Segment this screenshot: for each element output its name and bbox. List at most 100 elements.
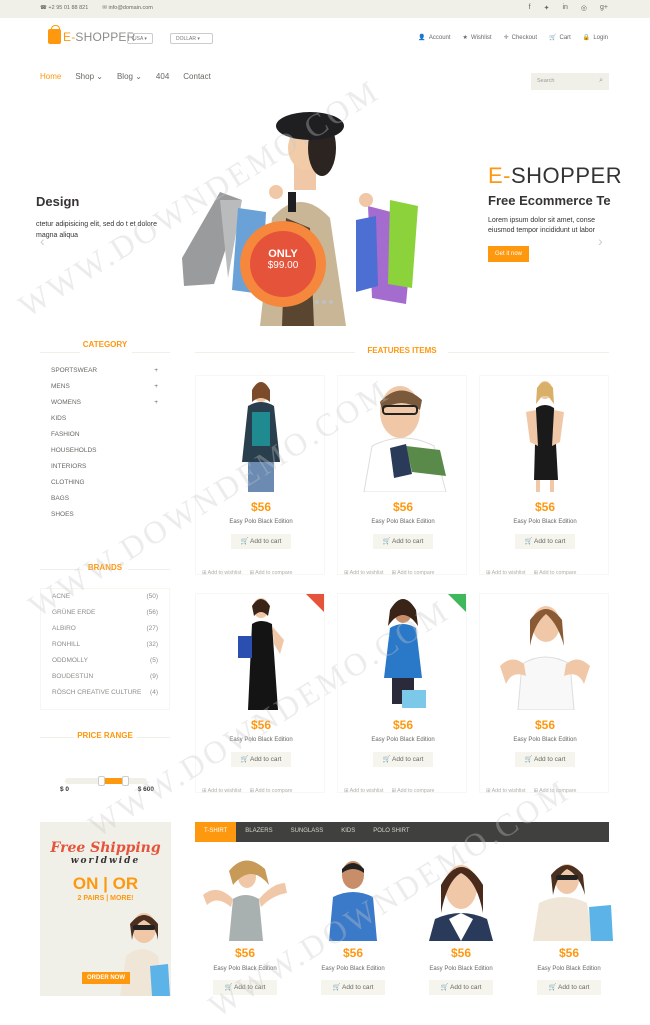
product-card: $56 Easy Polo Black Edition 🛒 Add to car… — [195, 375, 325, 576]
facebook-icon[interactable]: f — [529, 4, 531, 12]
brand-item[interactable]: RÖSCH CREATIVE CULTURE (4) — [52, 689, 158, 705]
nav-contact[interactable]: Contact — [183, 72, 211, 81]
add-to-compare-link[interactable]: ⊞ Add to compare — [391, 570, 434, 576]
product-image[interactable] — [208, 594, 314, 710]
add-to-cart-button[interactable]: 🛒 Add to cart — [213, 980, 277, 995]
brands-title: BRANDS — [87, 563, 123, 572]
brand-label: GRÜNE ERDE — [52, 609, 96, 616]
product-image[interactable] — [307, 855, 399, 941]
category-item[interactable]: BAGS — [51, 495, 170, 511]
tab-blazers[interactable]: BLAZERS — [236, 822, 281, 842]
slide-text-line-1: Lorem ipsum dolor sit amet, conse — [488, 217, 595, 224]
product-image[interactable] — [492, 594, 598, 710]
nav-404[interactable]: 404 — [156, 72, 169, 81]
add-to-compare-link[interactable]: ⊞ Add to compare — [249, 788, 292, 794]
compare-label: Add to compare — [255, 570, 293, 576]
product-image[interactable] — [523, 855, 615, 941]
nav-shop[interactable]: Shop ⌄ — [75, 72, 103, 81]
add-to-compare-link[interactable]: ⊞ Add to compare — [391, 788, 434, 794]
price-slider-max-handle[interactable] — [122, 776, 129, 786]
currency-select[interactable]: DOLLAR ▾ — [170, 33, 213, 44]
expand-plus-icon[interactable]: + — [154, 383, 158, 399]
linkedin-icon[interactable]: in — [562, 4, 567, 12]
product-name: Easy Polo Black Edition — [213, 966, 277, 972]
add-to-cart-button[interactable]: 🛒 Add to cart — [373, 534, 433, 549]
product-image[interactable] — [350, 594, 456, 710]
tab-t-shirt[interactable]: T-SHIRT — [195, 822, 237, 842]
add-to-wishlist-link[interactable]: ⊞ Add to wishlist — [344, 570, 383, 576]
ad-subheadline: worldwide — [70, 856, 141, 866]
add-to-wishlist-link[interactable]: ⊞ Add to wishlist — [486, 788, 525, 794]
add-to-compare-link[interactable]: ⊞ Add to compare — [533, 788, 576, 794]
tab-sunglass[interactable]: SUNGLASS — [282, 822, 333, 842]
add-to-wishlist-link[interactable]: ⊞ Add to wishlist — [202, 788, 241, 794]
add-to-wishlist-link[interactable]: ⊞ Add to wishlist — [486, 570, 525, 576]
add-to-wishlist-link[interactable]: ⊞ Add to wishlist — [202, 570, 241, 576]
slider-dot[interactable] — [329, 300, 333, 304]
category-item[interactable]: MENS + — [51, 383, 170, 399]
slider-indicators — [315, 300, 333, 304]
nav-home[interactable]: Home — [40, 72, 61, 81]
twitter-icon[interactable]: ✦ — [544, 4, 550, 12]
add-to-cart-button[interactable]: 🛒 Add to cart — [515, 534, 575, 549]
category-item[interactable]: SPORTSWEAR + — [51, 367, 170, 383]
slider-dot[interactable] — [315, 300, 319, 304]
top-bar: ☎ +2 95 01 88 821 ✉ info@domain.com f ✦ … — [0, 0, 650, 18]
product-image[interactable] — [492, 376, 598, 492]
expand-plus-icon[interactable]: + — [154, 367, 158, 383]
dribbble-icon[interactable]: ◎ — [581, 4, 587, 12]
tab-kids[interactable]: KIDS — [332, 822, 364, 842]
add-to-cart-button[interactable]: 🛒 Add to cart — [373, 752, 433, 767]
wishlist-link[interactable]: ★ Wishlist — [463, 34, 492, 41]
category-item[interactable]: CLOTHING — [51, 479, 170, 495]
add-to-cart-button[interactable]: 🛒 Add to cart — [321, 980, 385, 995]
checkout-link[interactable]: ✛ Checkout — [504, 34, 537, 41]
add-to-cart-button[interactable]: 🛒 Add to cart — [515, 752, 575, 767]
category-item[interactable]: HOUSEHOLDS — [51, 447, 170, 463]
price-slider-track[interactable] — [65, 776, 147, 786]
category-item[interactable]: INTERIORS — [51, 463, 170, 479]
get-it-now-button[interactable]: Get it now — [488, 246, 530, 262]
expand-plus-icon[interactable]: + — [154, 399, 158, 415]
product-image[interactable] — [415, 855, 507, 941]
product-image[interactable] — [199, 855, 291, 941]
login-link[interactable]: 🔒 Login — [583, 34, 608, 41]
product-name: Easy Polo Black Edition — [371, 737, 435, 743]
brand-item[interactable]: GRÜNE ERDE (56) — [52, 609, 158, 625]
add-to-compare-link[interactable]: ⊞ Add to compare — [249, 570, 292, 576]
order-now-button[interactable]: ORDER NOW — [82, 972, 130, 984]
category-item[interactable]: WOMENS + — [51, 399, 170, 415]
brand-item[interactable]: ALBIRO (27) — [52, 625, 158, 641]
tab-polo-shirt[interactable]: POLO SHIRT — [364, 822, 418, 842]
product-name: Easy Polo Black Edition — [513, 519, 577, 525]
search-icon[interactable]: ⌕ — [599, 77, 603, 85]
brand-item[interactable]: BOUDESTIJN (9) — [52, 673, 158, 689]
add-to-cart-button[interactable]: 🛒 Add to cart — [231, 752, 291, 767]
add-to-cart-button[interactable]: 🛒 Add to cart — [429, 980, 493, 995]
add-to-cart-button[interactable]: 🛒 Add to cart — [537, 980, 601, 995]
brand-item[interactable]: RONHILL (32) — [52, 641, 158, 657]
cart-link[interactable]: 🛒 Cart — [549, 34, 571, 41]
email-contact[interactable]: ✉ info@domain.com — [102, 5, 153, 11]
add-to-cart-button[interactable]: 🛒 Add to cart — [231, 534, 291, 549]
add-to-compare-link[interactable]: ⊞ Add to compare — [533, 570, 576, 576]
shipping-ad-banner[interactable]: Free Shipping worldwide ON | OR 2 PAIRS … — [40, 822, 171, 996]
brand-item[interactable]: ACNE (50) — [52, 593, 158, 609]
slider-prev-arrow[interactable]: ‹ — [40, 233, 45, 249]
search-input[interactable]: Search ⌕ — [531, 73, 609, 90]
add-to-wishlist-link[interactable]: ⊞ Add to wishlist — [344, 788, 383, 794]
category-item[interactable]: KIDS — [51, 415, 170, 431]
account-link[interactable]: 👤 Account — [418, 34, 450, 41]
site-logo[interactable]: E-SHOPPER — [48, 25, 136, 44]
category-item[interactable]: FASHION — [51, 431, 170, 447]
nav-blog[interactable]: Blog ⌄ — [117, 72, 142, 81]
price-slider-min-handle[interactable] — [98, 776, 105, 786]
product-image[interactable] — [208, 376, 314, 492]
product-image[interactable] — [350, 376, 456, 492]
category-item[interactable]: SHOES — [51, 511, 170, 527]
google-plus-icon[interactable]: g+ — [600, 4, 608, 12]
brand-item[interactable]: ODDMOLLY (5) — [52, 657, 158, 673]
country-select[interactable]: USA ▾ — [127, 33, 153, 44]
phone-contact[interactable]: ☎ +2 95 01 88 821 — [40, 5, 88, 11]
slider-dot[interactable] — [322, 300, 326, 304]
